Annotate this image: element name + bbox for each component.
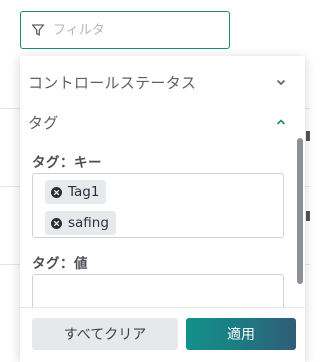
tag-chip-label: safing xyxy=(68,215,109,231)
chevron-down-icon[interactable] xyxy=(275,76,287,88)
remove-tag-icon[interactable] xyxy=(51,217,62,229)
section-header-tags[interactable]: タグ xyxy=(20,110,291,134)
filter-icon xyxy=(31,23,45,37)
tag-chip: safing xyxy=(45,211,116,235)
clear-all-button[interactable]: すべてクリア xyxy=(32,318,178,350)
apply-button[interactable]: 適用 xyxy=(186,318,296,350)
remove-tag-icon[interactable] xyxy=(51,186,62,198)
tag-chip-label: Tag1 xyxy=(68,184,100,200)
filter-input[interactable] xyxy=(53,22,213,38)
chevron-up-icon[interactable] xyxy=(275,116,287,128)
background-text-fragment xyxy=(306,211,310,221)
section-header-control-status[interactable]: コントロールステータス xyxy=(20,70,291,94)
section-title-tags: タグ xyxy=(28,113,59,132)
tag-value-label: タグ：値 xyxy=(32,256,88,272)
tag-key-input[interactable]: Tag1 safing xyxy=(32,173,284,238)
tag-chip: Tag1 xyxy=(45,180,107,204)
scrollbar-thumb[interactable] xyxy=(297,138,303,284)
section-title-control-status: コントロールステータス xyxy=(28,73,197,92)
tag-key-label: タグ：キー xyxy=(32,155,102,171)
background-text-fragment xyxy=(306,131,310,141)
filter-field[interactable] xyxy=(20,11,230,49)
filter-dropdown-panel: コントロールステータス タグ タグ：キー Tag1 safing タグ：値 すべ xyxy=(20,56,305,362)
